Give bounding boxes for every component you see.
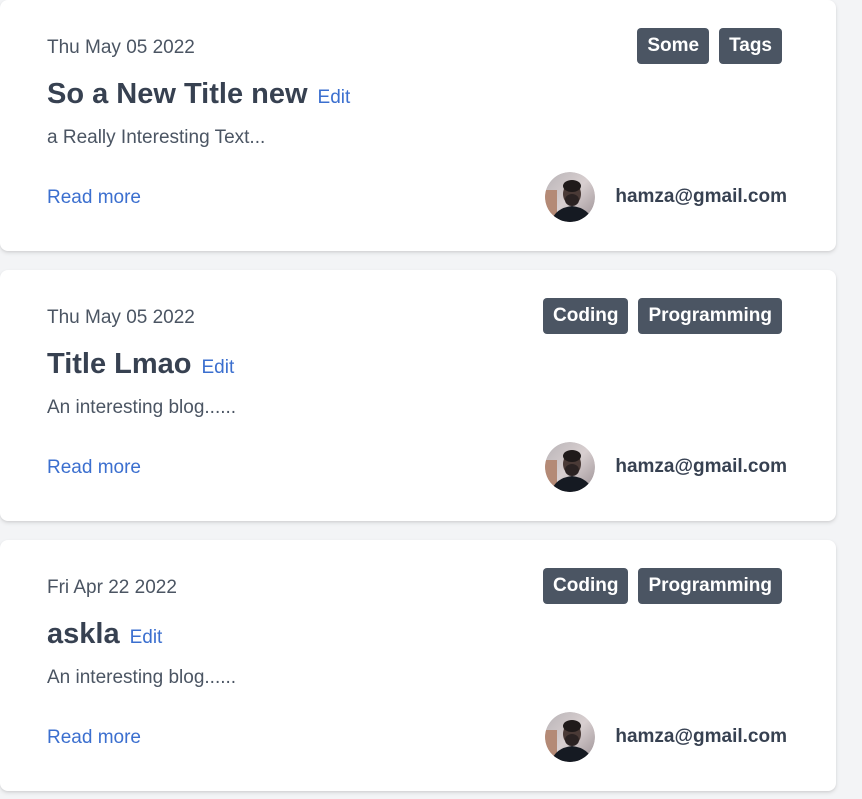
tag-badge[interactable]: Programming [638,298,782,334]
post-excerpt: An interesting blog...... [47,667,237,688]
read-more-link[interactable]: Read more [47,456,141,480]
post-author: hamza@gmail.com [545,712,787,762]
post-tags: Some Tags [637,28,782,64]
edit-link[interactable]: Edit [318,87,351,109]
post-title: So a New Title new [47,78,308,110]
post-feed: Thu May 05 2022 Some Tags So a New Title… [0,0,862,799]
author-email: hamza@gmail.com [615,726,787,747]
post-card: Thu May 05 2022 Some Tags So a New Title… [0,0,836,251]
tag-badge[interactable]: Programming [638,568,782,604]
read-more-link[interactable]: Read more [47,726,141,750]
post-card: Thu May 05 2022 Coding Programming Title… [0,270,836,521]
author-email: hamza@gmail.com [615,186,787,207]
tag-badge[interactable]: Some [637,28,710,64]
post-author: hamza@gmail.com [545,442,787,492]
post-date: Fri Apr 22 2022 [47,577,177,598]
post-card: Fri Apr 22 2022 Coding Programming askla… [0,540,836,791]
post-tags: Coding Programming [543,568,782,604]
author-email: hamza@gmail.com [615,456,787,477]
post-excerpt: a Really Interesting Text... [47,127,266,148]
post-title-row: So a New Title new Edit [47,76,350,112]
avatar[interactable] [545,712,596,762]
edit-link[interactable]: Edit [130,627,163,649]
post-title: askla [47,618,120,650]
post-tags: Coding Programming [543,298,782,334]
tag-badge[interactable]: Coding [543,298,629,334]
post-date: Thu May 05 2022 [47,37,195,58]
post-date: Thu May 05 2022 [47,307,195,328]
tag-badge[interactable]: Tags [719,28,782,64]
post-title-row: Title Lmao Edit [47,346,234,382]
post-excerpt: An interesting blog...... [47,397,237,418]
post-author: hamza@gmail.com [545,172,787,222]
post-title-row: askla Edit [47,616,162,652]
read-more-link[interactable]: Read more [47,186,141,210]
tag-badge[interactable]: Coding [543,568,629,604]
avatar[interactable] [545,172,596,222]
edit-link[interactable]: Edit [202,357,235,379]
avatar[interactable] [545,442,596,492]
post-title: Title Lmao [47,348,192,380]
